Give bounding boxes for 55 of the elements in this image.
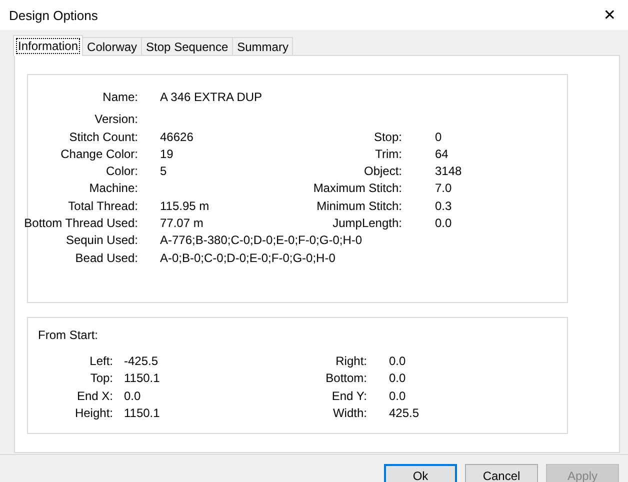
field-label: End Y: bbox=[332, 388, 367, 405]
field-label: Bottom Thread Used: bbox=[24, 215, 138, 232]
dialog-button[interactable]: Ok bbox=[384, 464, 457, 482]
field-label: Left: bbox=[90, 353, 113, 370]
field-label: Bead Used: bbox=[75, 250, 138, 267]
field-value: 425.5 bbox=[388, 404, 420, 422]
field-value: 3148 bbox=[434, 163, 462, 180]
close-button[interactable]: ✕ bbox=[599, 6, 620, 24]
field-label: Name: bbox=[102, 89, 138, 106]
field-label: Change Color: bbox=[60, 146, 138, 163]
field-label: Sequin Used: bbox=[66, 232, 138, 250]
field-value: 0.0 bbox=[123, 388, 141, 405]
field-value: 1150.1 bbox=[123, 370, 160, 388]
group-heading: From Start: bbox=[38, 328, 98, 342]
field-label: Minimum Stitch: bbox=[316, 198, 402, 215]
field-label: Trim: bbox=[375, 146, 402, 163]
tab[interactable]: Summary bbox=[232, 37, 294, 55]
field-label: Maximum Stitch: bbox=[313, 180, 402, 198]
field-label: Total Thread: bbox=[68, 198, 138, 215]
dialog-button[interactable]: Cancel bbox=[465, 464, 538, 482]
field-value: 0 bbox=[434, 128, 442, 146]
field-value: A 346 EXTRA DUP bbox=[159, 89, 262, 106]
field-label: Height: bbox=[74, 404, 113, 422]
field-label: Stitch Count: bbox=[69, 128, 138, 146]
field-value: 5 bbox=[159, 163, 167, 180]
field-label: Object: bbox=[364, 163, 402, 180]
field-value: 46626 bbox=[159, 128, 194, 146]
field-value: 7.0 bbox=[434, 180, 452, 198]
field-value: 0.0 bbox=[388, 370, 406, 388]
field-label: JumpLength: bbox=[332, 215, 402, 232]
field-label: End X: bbox=[76, 388, 113, 405]
field-value: 1150.1 bbox=[123, 404, 160, 422]
tab[interactable]: Stop Sequence bbox=[141, 37, 234, 55]
field-value: A-0;B-0;C-0;D-0;E-0;F-0;G-0;H-0 bbox=[159, 250, 336, 267]
field-value: 64 bbox=[434, 146, 448, 163]
field-value: 0.0 bbox=[388, 388, 406, 405]
field-label: Color: bbox=[106, 163, 138, 180]
tab[interactable]: Colorway bbox=[82, 37, 142, 55]
tab[interactable]: Information bbox=[13, 35, 84, 56]
window-title: Design Options bbox=[9, 8, 98, 22]
field-label: Stop: bbox=[374, 128, 402, 146]
field-value: A-776;B-380;C-0;D-0;E-0;F-0;G-0;H-0 bbox=[159, 232, 362, 250]
field-label: Width: bbox=[332, 404, 367, 422]
field-value: 0.0 bbox=[388, 353, 406, 370]
field-value: 77.07 m bbox=[159, 215, 204, 232]
field-value: 0.3 bbox=[434, 198, 452, 215]
field-label: Version: bbox=[94, 111, 138, 128]
field-value: -425.5 bbox=[123, 353, 158, 370]
field-label: Top: bbox=[90, 370, 113, 388]
field-value: 115.95 m bbox=[159, 198, 210, 215]
field-label: Right: bbox=[336, 353, 367, 370]
field-label: Bottom: bbox=[326, 370, 367, 388]
field-label: Machine: bbox=[89, 180, 138, 198]
field-value: 19 bbox=[159, 146, 174, 163]
field-value: 0.0 bbox=[434, 215, 452, 232]
